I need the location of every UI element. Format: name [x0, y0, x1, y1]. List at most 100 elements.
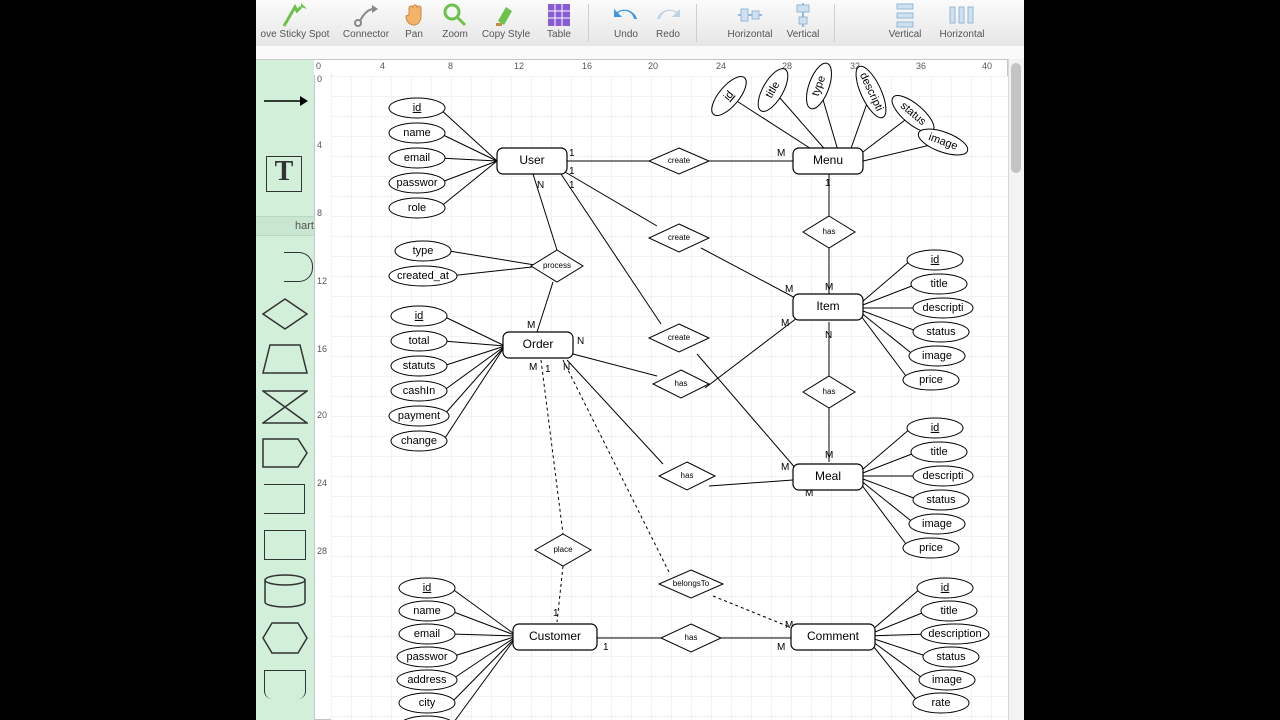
attr-user-password[interactable]: passwor: [389, 173, 445, 193]
separator: [696, 4, 697, 42]
distribute-horizontal-button[interactable]: Horizontal: [934, 0, 990, 44]
shape-cylinder[interactable]: [264, 574, 306, 608]
attr-user-role[interactable]: role: [389, 198, 445, 218]
shape-card[interactable]: [264, 670, 306, 699]
attr-order-id[interactable]: id: [391, 306, 447, 326]
entity-user[interactable]: User: [497, 148, 567, 174]
ruler-tick: 28: [317, 546, 327, 556]
scrollbar-thumb[interactable]: [1011, 63, 1021, 173]
attr-customer-email[interactable]: email: [399, 624, 455, 644]
pan-button[interactable]: Pan: [396, 0, 432, 44]
shape-hexagon[interactable]: [262, 622, 308, 654]
shape-trapezoid[interactable]: [262, 344, 308, 374]
attr-item-id[interactable]: id: [907, 250, 963, 270]
text-shape[interactable]: T: [266, 156, 302, 192]
attr-customer-phone[interactable]: phone: [399, 716, 455, 720]
arrow-shape[interactable]: [264, 94, 308, 108]
rel-item-has-meal[interactable]: has: [803, 376, 855, 408]
rel-order-place-customer[interactable]: place: [535, 534, 591, 566]
attr-user-id[interactable]: id: [389, 98, 445, 118]
attr-order-total[interactable]: total: [391, 331, 447, 351]
zoom-button[interactable]: Zoom: [434, 0, 476, 44]
ruler-tick: 16: [582, 61, 592, 71]
attr-process-type[interactable]: type: [395, 241, 451, 261]
shape-hourglass[interactable]: [262, 390, 308, 424]
attr-order-change[interactable]: change: [391, 431, 447, 451]
shape-diamond[interactable]: [262, 298, 308, 330]
attr-meal-image[interactable]: image: [909, 514, 965, 534]
rel-order-has-meal[interactable]: has: [659, 462, 715, 490]
rel-order-has-item[interactable]: has: [653, 370, 709, 398]
svg-text:title: title: [930, 278, 947, 290]
ruler-tick: 20: [648, 61, 658, 71]
entity-meal[interactable]: Meal: [793, 464, 863, 490]
table-button[interactable]: Table: [538, 0, 580, 44]
move-sticky-spot-button[interactable]: ove Sticky Spot: [256, 0, 334, 44]
attr-customer-id[interactable]: id: [399, 578, 455, 598]
shape-open-rect[interactable]: [264, 484, 305, 514]
attr-user-email[interactable]: email: [389, 148, 445, 168]
rel-user-create-item[interactable]: create: [649, 224, 709, 252]
attr-comment-image[interactable]: image: [919, 670, 975, 690]
attr-order-cashin[interactable]: cashIn: [391, 381, 447, 401]
attr-meal-title[interactable]: title: [911, 442, 967, 462]
align-horizontal-button[interactable]: Horizontal: [722, 0, 778, 44]
attr-menu-id[interactable]: id: [706, 71, 752, 121]
attr-item-description[interactable]: descripti: [913, 298, 973, 318]
entity-order[interactable]: Order: [503, 332, 573, 358]
entity-customer[interactable]: Customer: [513, 624, 597, 650]
rel-user-process-order[interactable]: process: [531, 250, 583, 282]
rel-menu-has-item[interactable]: has: [803, 216, 855, 248]
attr-meal-price[interactable]: price: [903, 538, 959, 558]
attr-process-created-at[interactable]: created_at: [389, 266, 457, 286]
attr-meal-status[interactable]: status: [913, 490, 969, 510]
entity-menu[interactable]: Menu: [793, 148, 863, 174]
attr-item-image[interactable]: image: [909, 346, 965, 366]
copy-style-button[interactable]: Copy Style: [478, 0, 534, 44]
shape-flag[interactable]: [262, 438, 308, 468]
attr-customer-address[interactable]: address: [397, 670, 457, 690]
palette-category-label[interactable]: hart: [256, 216, 318, 236]
attr-comment-status[interactable]: status: [923, 647, 979, 667]
svg-text:price: price: [919, 542, 943, 554]
svg-text:id: id: [413, 102, 422, 114]
redo-button[interactable]: Redo: [648, 0, 688, 44]
svg-text:city: city: [419, 697, 436, 709]
attr-meal-id[interactable]: id: [907, 418, 963, 438]
ruler-tick: 20: [317, 410, 327, 420]
distribute-vertical-button[interactable]: Vertical: [882, 0, 928, 44]
rel-user-create-meal[interactable]: create: [649, 324, 709, 352]
attr-customer-city[interactable]: city: [399, 693, 455, 713]
canvas[interactable]: 1 M N 1 1 M M M 1 M N M M M N M 1 N 1 1 …: [331, 76, 1008, 720]
attr-meal-description[interactable]: descripti: [913, 466, 973, 486]
attr-comment-id[interactable]: id: [917, 578, 973, 598]
attr-order-statuts[interactable]: statuts: [391, 356, 447, 376]
connector-button[interactable]: Connector: [338, 0, 394, 44]
attr-comment-rate[interactable]: rate: [913, 693, 969, 713]
attr-customer-name[interactable]: name: [399, 601, 455, 621]
attr-item-status[interactable]: status: [913, 322, 969, 342]
attr-user-name[interactable]: name: [389, 123, 445, 143]
attr-order-payment[interactable]: payment: [389, 406, 449, 426]
shape-rect[interactable]: [264, 530, 306, 560]
entity-item[interactable]: Item: [793, 294, 863, 320]
attr-menu-image[interactable]: image: [915, 124, 971, 161]
attr-item-title[interactable]: title: [911, 274, 967, 294]
attr-comment-description[interactable]: description: [921, 624, 989, 644]
entity-comment[interactable]: Comment: [791, 624, 875, 650]
svg-text:id: id: [931, 422, 940, 434]
attr-item-price[interactable]: price: [903, 370, 959, 390]
rel-user-create-menu[interactable]: create: [649, 148, 709, 174]
shape-half-circle[interactable]: [284, 252, 313, 282]
attr-comment-title[interactable]: title: [921, 601, 977, 621]
rel-order-belongsto-comment[interactable]: belongsTo: [659, 570, 723, 598]
svg-text:has: has: [823, 387, 836, 396]
undo-button[interactable]: Undo: [606, 0, 646, 44]
attr-customer-password[interactable]: passwor: [397, 647, 457, 667]
align-vertical-button[interactable]: Vertical: [780, 0, 826, 44]
vertical-scrollbar[interactable]: [1008, 59, 1024, 720]
svg-text:passwor: passwor: [407, 651, 448, 663]
toolbar-label: ove Sticky Spot: [261, 29, 330, 40]
rel-customer-has-comment[interactable]: has: [661, 624, 721, 652]
svg-text:rate: rate: [932, 697, 951, 709]
